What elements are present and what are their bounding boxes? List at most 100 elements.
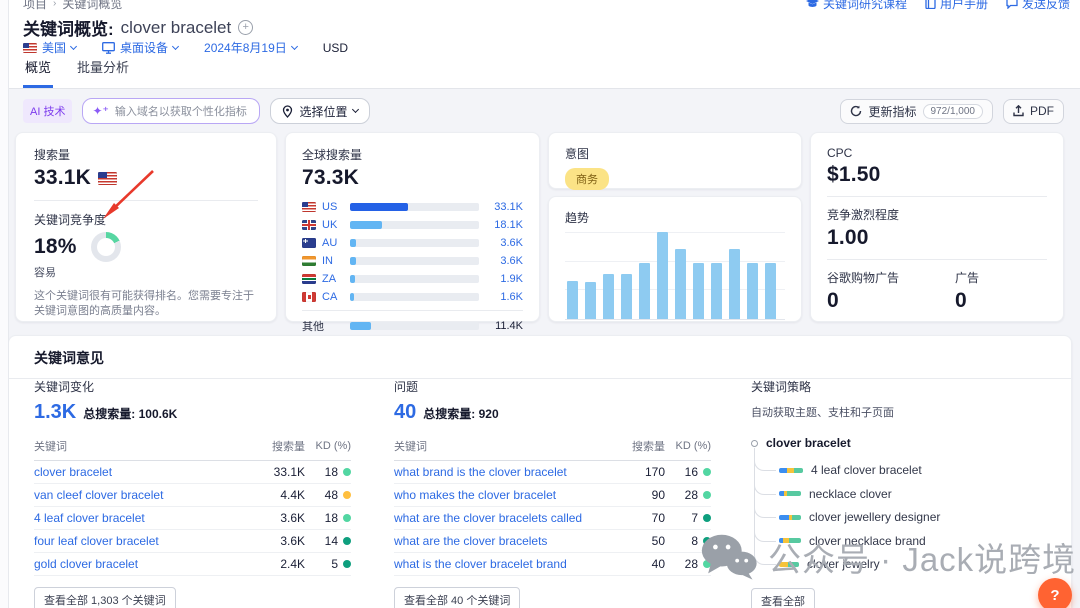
- view-all-strategy-button[interactable]: 查看全部: [751, 588, 815, 608]
- send-feedback-link[interactable]: 发送反馈: [1006, 0, 1070, 12]
- view-all-questions-button[interactable]: 查看全部 40 个关键词: [394, 587, 520, 608]
- yellow-segment: [787, 468, 794, 473]
- tree-connector: [754, 448, 776, 565]
- col-volume: 搜索量: [617, 438, 665, 454]
- keyword-link[interactable]: what are the clover bracelets called: [394, 511, 617, 525]
- strategy-tree: clover bracelet 4 leaf clover bracelet ne…: [751, 436, 1061, 586]
- view-all-variations-button[interactable]: 查看全部 1,303 个关键词: [34, 587, 176, 608]
- keyword-link[interactable]: clover bracelet: [34, 465, 257, 479]
- tab-overview[interactable]: 概览: [23, 51, 53, 88]
- keyword-ideas-panel: 关键词意见 关键词变化 1.3K 总搜索量: 100.6K 关键词 搜索量 KD…: [8, 335, 1072, 608]
- breadcrumb: 项目 › 关键词概览: [23, 0, 122, 12]
- green-segment: [788, 562, 799, 567]
- global-volume-row: UK 18.1K: [302, 216, 523, 234]
- global-volume-card: 全球搜索量 73.3K US 33.1K UK 18.1K AU 3.6K IN3.6K ZA…: [285, 132, 540, 322]
- intent-badge[interactable]: 商务: [565, 168, 609, 190]
- country-code-link[interactable]: ZA: [322, 273, 344, 285]
- keyword-course-link[interactable]: 关键词研究课程: [806, 0, 907, 12]
- country-code-link[interactable]: UK: [322, 219, 344, 231]
- keyword-link[interactable]: van cleef clover bracelet: [34, 488, 257, 502]
- refresh-icon: [850, 105, 862, 117]
- export-pdf-button[interactable]: PDF: [1003, 99, 1064, 124]
- table-row: four leaf clover bracelet3.6K14: [34, 530, 351, 553]
- strategy-child-node[interactable]: necklace clover: [779, 487, 892, 501]
- currency-label: USD: [323, 41, 348, 55]
- intent-card: 意图 商务: [548, 132, 802, 189]
- country-volume: 18.1K: [485, 219, 523, 231]
- strategy-child-label: clover jewellery designer: [809, 510, 940, 524]
- keyword-link[interactable]: 4 leaf clover bracelet: [34, 511, 257, 525]
- questions-label: 问题: [394, 378, 711, 395]
- in-flag-icon: [302, 256, 316, 266]
- add-keyword-icon[interactable]: +: [238, 20, 253, 35]
- refresh-quota-badge: 972/1,000: [923, 104, 984, 119]
- strategy-root-node[interactable]: clover bracelet: [751, 436, 1061, 450]
- country-volume: 3.6K: [485, 237, 523, 249]
- keyword-kd: 18: [305, 511, 351, 525]
- keyword-volume: 3.6K: [257, 534, 305, 548]
- user-manual-label: 用户手册: [940, 0, 988, 12]
- keyword-link[interactable]: gold clover bracelet: [34, 557, 257, 571]
- difficulty-description: 这个关键词很有可能获得排名。您需要专注于关键词意图的高质量内容。: [34, 289, 258, 319]
- global-volume-value: 73.3K: [302, 166, 523, 190]
- tab-bulk-analysis[interactable]: 批量分析: [75, 51, 131, 88]
- trend-bar: [603, 274, 614, 319]
- trend-bar: [711, 263, 722, 319]
- global-volume-row: IN3.6K: [302, 252, 523, 270]
- strategy-child-node[interactable]: clover jewellery designer: [779, 510, 940, 524]
- pillar-bar-icon: [779, 562, 799, 567]
- user-manual-link[interactable]: 用户手册: [925, 0, 988, 12]
- header-links: 关键词研究课程 用户手册 发送反馈: [806, 0, 1070, 12]
- table-row: what are the clover bracelets508: [394, 530, 711, 553]
- refresh-metrics-button[interactable]: 更新指标 972/1,000: [840, 99, 993, 124]
- keyword-link[interactable]: what is the clover bracelet brand: [394, 557, 617, 571]
- trend-bar: [693, 263, 704, 319]
- intent-label: 意图: [565, 145, 785, 162]
- keyword-volume: 50: [617, 534, 665, 548]
- keyword-link[interactable]: four leaf clover bracelet: [34, 534, 257, 548]
- trend-bar: [729, 249, 740, 319]
- select-location-button[interactable]: 选择位置: [270, 98, 370, 124]
- keyword-kd: 7: [665, 511, 711, 525]
- country-volume: 33.1K: [485, 201, 523, 213]
- send-feedback-label: 发送反馈: [1022, 0, 1070, 12]
- country-code-link[interactable]: CA: [322, 291, 344, 303]
- strategy-child-node[interactable]: clover jewelry: [779, 557, 880, 571]
- country-code-link[interactable]: US: [322, 201, 344, 213]
- strategy-child-node[interactable]: clover necklace brand: [779, 534, 926, 548]
- page-title: 关键词概览:: [23, 15, 114, 40]
- keyword-link[interactable]: what brand is the clover bracelet: [394, 465, 617, 479]
- total-volume-value: 100.6K: [139, 407, 178, 421]
- keyword-volume: 4.4K: [257, 488, 305, 502]
- breadcrumb-projects-link[interactable]: 项目: [23, 0, 47, 12]
- keyword-kd: 28: [665, 488, 711, 502]
- chevron-down-icon: [352, 106, 359, 113]
- strategy-child-label: 4 leaf clover bracelet: [811, 463, 922, 477]
- kd-dot: [703, 491, 711, 499]
- ads-value: 0: [955, 289, 979, 313]
- table-row: clover bracelet33.1K18: [34, 461, 351, 484]
- keyword-link[interactable]: what are the clover bracelets: [394, 534, 617, 548]
- global-volume-label: 全球搜索量: [302, 146, 523, 163]
- keyword-link[interactable]: who makes the clover bracelet: [394, 488, 617, 502]
- volume-bar: [350, 293, 479, 301]
- ca-flag-icon: [302, 292, 316, 302]
- country-code-link[interactable]: AU: [322, 237, 344, 249]
- trend-bar: [585, 282, 596, 319]
- date-filter[interactable]: 2024年8月19日: [204, 39, 297, 56]
- keyword-volume: 70: [617, 511, 665, 525]
- country-code-link[interactable]: IN: [322, 255, 344, 267]
- keyword-kd: 16: [665, 465, 711, 479]
- pillar-bar-icon: [779, 515, 801, 520]
- domain-input[interactable]: ✦⁺ 输入域名以获取个性化指标: [82, 98, 260, 124]
- location-pin-icon: [282, 105, 293, 118]
- shopping-ads-label: 谷歌购物广告: [827, 269, 899, 286]
- keyword-kd: 28: [665, 557, 711, 571]
- toolbar: AI 技术 ✦⁺ 输入域名以获取个性化指标 选择位置 更新指标 972/1,00…: [9, 98, 1080, 124]
- search-volume-card: 搜索量 33.1K 关键词竞争度 18% 容易 这个关键词很有可能获得排名。您需…: [15, 132, 277, 322]
- strategy-root-label: clover bracelet: [766, 436, 851, 450]
- strategy-child-node[interactable]: 4 leaf clover bracelet: [779, 463, 922, 477]
- page-header: 项目 › 关键词概览 关键词研究课程 用户手册 发送反馈 关键词概览: clov…: [9, 0, 1080, 89]
- help-button[interactable]: ?: [1038, 578, 1072, 608]
- col-keyword: 关键词: [34, 438, 257, 454]
